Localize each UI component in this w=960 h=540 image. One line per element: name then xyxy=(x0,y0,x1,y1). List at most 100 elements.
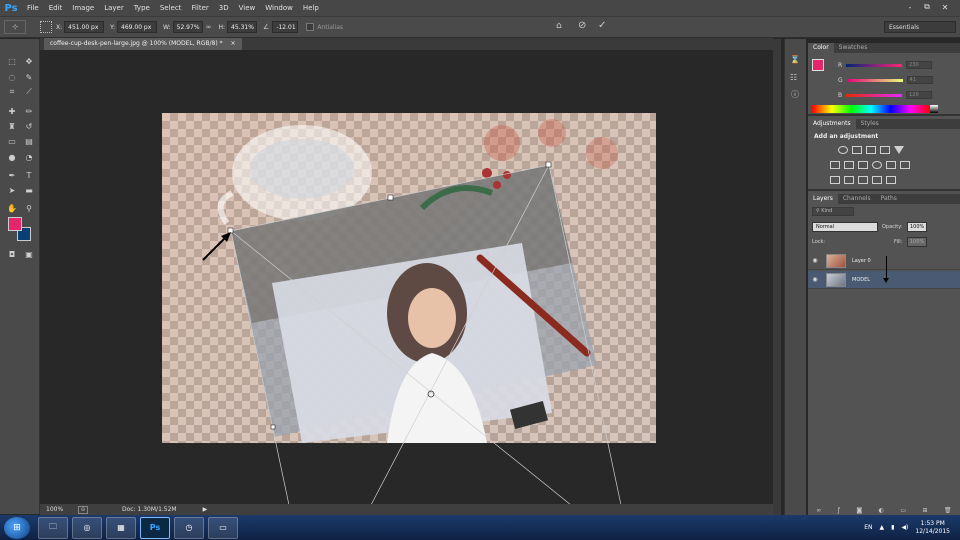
restore-button[interactable]: ⧉ xyxy=(920,0,934,14)
layer-filter-select[interactable]: ⚲ Kind xyxy=(812,207,854,216)
vibrance-icon[interactable] xyxy=(894,146,904,154)
levels-icon[interactable] xyxy=(852,146,862,154)
model-layer[interactable] xyxy=(162,113,656,443)
transform-tool-icon[interactable]: ⊹ xyxy=(4,20,26,34)
x-position-field[interactable]: 451.00 px xyxy=(64,21,105,33)
folder-icon[interactable]: ▦ xyxy=(106,516,136,539)
threshold-icon[interactable] xyxy=(858,176,868,184)
pen-tool-icon[interactable]: ✒ xyxy=(5,169,19,181)
warp-mode-icon[interactable]: ⌂ xyxy=(556,21,562,31)
language-indicator[interactable]: EN xyxy=(864,524,872,531)
menu-help[interactable]: Help xyxy=(298,0,324,16)
red-value[interactable]: 230 xyxy=(906,61,933,69)
photo-filter-icon[interactable] xyxy=(872,161,882,169)
new-layer-icon[interactable]: ⊞ xyxy=(923,507,928,515)
start-button[interactable]: ⊞ xyxy=(4,516,30,539)
black-white-icon[interactable] xyxy=(858,161,868,169)
tab-layers[interactable]: Layers xyxy=(808,194,838,204)
blue-value[interactable]: 120 xyxy=(906,91,933,99)
close-window-button[interactable]: ✕ xyxy=(938,0,952,14)
zoom-level[interactable]: 100% xyxy=(46,506,70,513)
image-viewer-icon[interactable]: ▭ xyxy=(208,516,238,539)
gradient-tool-icon[interactable]: ▤ xyxy=(22,135,36,147)
layer-row[interactable]: ◉ Layer 0 xyxy=(808,252,960,270)
photoshop-icon[interactable]: Ps xyxy=(140,516,170,539)
visibility-eye-icon[interactable]: ◉ xyxy=(808,276,822,283)
volume-icon[interactable]: ◀) xyxy=(901,524,908,531)
history-brush-tool-icon[interactable]: ↺ xyxy=(22,120,36,132)
tab-swatches[interactable]: Swatches xyxy=(834,43,873,53)
explorer-icon[interactable]: 🗀 xyxy=(38,516,68,539)
menu-filter[interactable]: Filter xyxy=(186,0,213,16)
cancel-transform-icon[interactable]: ⊘ xyxy=(578,20,586,31)
color-spectrum-bar[interactable] xyxy=(812,105,930,113)
reference-point-icon[interactable] xyxy=(40,21,52,33)
brightness-icon[interactable] xyxy=(838,146,848,154)
share-icon[interactable]: ⊙ xyxy=(78,505,88,514)
crop-tool-icon[interactable]: ⌗ xyxy=(5,86,19,98)
menu-type[interactable]: Type xyxy=(129,0,155,16)
clock[interactable]: 1:53 PM 12/14/2015 xyxy=(915,520,950,536)
menu-window[interactable]: Window xyxy=(260,0,298,16)
move-tool-icon[interactable]: ✥ xyxy=(22,55,36,67)
selective-color-icon[interactable] xyxy=(886,176,896,184)
link-layers-icon[interactable]: ∞ xyxy=(816,507,821,515)
type-tool-icon[interactable]: T xyxy=(22,169,36,181)
blur-tool-icon[interactable]: ● xyxy=(5,151,19,163)
clone-stamp-tool-icon[interactable]: ♜ xyxy=(5,120,19,132)
posterize-icon[interactable] xyxy=(844,176,854,184)
healing-brush-tool-icon[interactable]: ✚ xyxy=(5,105,19,117)
menu-image[interactable]: Image xyxy=(67,0,99,16)
menu-layer[interactable]: Layer xyxy=(99,0,129,16)
curves-icon[interactable] xyxy=(866,146,876,154)
vertical-scrollbar[interactable] xyxy=(773,39,781,515)
menu-file[interactable]: File xyxy=(22,0,44,16)
workspace-select[interactable]: Essentials xyxy=(884,21,956,33)
media-icon[interactable]: ◷ xyxy=(174,516,204,539)
gradient-map-icon[interactable] xyxy=(872,176,882,184)
angle-field[interactable]: -12.01 xyxy=(272,21,299,33)
quick-select-tool-icon[interactable]: ✎ xyxy=(22,71,36,83)
tab-color[interactable]: Color xyxy=(808,43,834,53)
minimize-button[interactable]: - xyxy=(903,0,917,14)
visibility-eye-icon[interactable]: ◉ xyxy=(808,257,822,264)
commit-transform-icon[interactable]: ✓ xyxy=(598,20,606,31)
path-selection-tool-icon[interactable]: ➤ xyxy=(5,184,19,196)
hand-tool-icon[interactable]: ✋ xyxy=(5,202,19,214)
opacity-field[interactable]: 100% xyxy=(907,222,927,232)
new-group-icon[interactable]: ▭ xyxy=(900,507,906,515)
eyedropper-tool-icon[interactable]: ⟋ xyxy=(22,86,36,98)
fill-field[interactable]: 100% xyxy=(907,237,927,247)
shape-tool-icon[interactable]: ▬ xyxy=(22,184,36,196)
dodge-tool-icon[interactable]: ◔ xyxy=(22,151,36,163)
document-canvas[interactable] xyxy=(162,113,656,443)
brush-tool-icon[interactable]: ✏ xyxy=(22,105,36,117)
hue-saturation-icon[interactable] xyxy=(830,161,840,169)
status-menu-arrow-icon[interactable]: ▶ xyxy=(203,506,208,513)
channel-mixer-icon[interactable] xyxy=(886,161,896,169)
color-balance-icon[interactable] xyxy=(844,161,854,169)
chrome-icon[interactable]: ◎ xyxy=(72,516,102,539)
red-slider[interactable] xyxy=(846,63,903,67)
delete-layer-icon[interactable]: 🗑 xyxy=(944,507,952,515)
green-slider[interactable] xyxy=(846,78,903,82)
properties-panel-icon[interactable]: ☷ xyxy=(790,73,797,82)
zoom-tool-icon[interactable]: ⚲ xyxy=(22,202,36,214)
new-adjustment-icon[interactable]: ◐ xyxy=(879,507,884,515)
info-panel-icon[interactable]: ⓘ xyxy=(791,89,799,100)
blue-slider[interactable] xyxy=(846,93,903,97)
eraser-tool-icon[interactable]: ▭ xyxy=(5,135,19,147)
document-tab[interactable]: coffee-cup-desk-pen-large.jpg @ 100% (MO… xyxy=(44,38,242,50)
menu-3d[interactable]: 3D xyxy=(214,0,234,16)
screen-mode-icon[interactable]: ▣ xyxy=(22,248,36,260)
menu-view[interactable]: View xyxy=(234,0,261,16)
panel-fg-swatch[interactable] xyxy=(812,59,824,71)
blend-mode-select[interactable]: Normal xyxy=(812,222,878,232)
tab-paths[interactable]: Paths xyxy=(876,194,902,204)
link-icon[interactable]: ∞ xyxy=(206,23,212,31)
lasso-tool-icon[interactable]: ◌ xyxy=(5,71,19,83)
tab-styles[interactable]: Styles xyxy=(856,119,884,129)
foreground-color-swatch[interactable] xyxy=(8,217,22,231)
spectrum-black-white[interactable] xyxy=(930,105,938,113)
canvas-area[interactable] xyxy=(41,50,773,504)
